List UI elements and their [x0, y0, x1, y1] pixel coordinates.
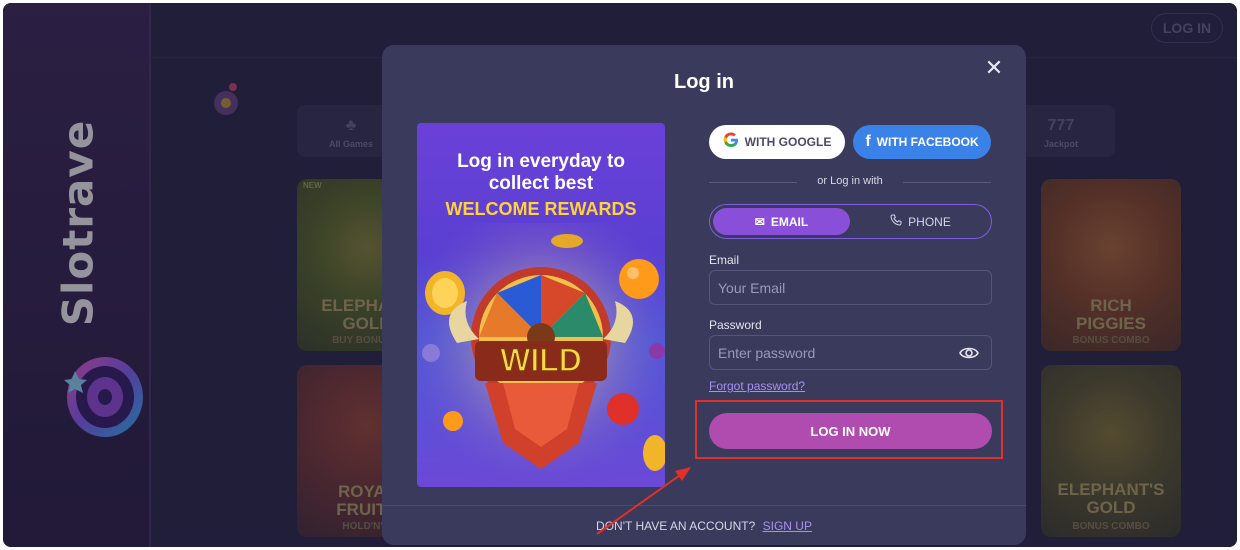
sign-up-link[interactable]: SIGN UP [763, 519, 812, 533]
login-modal: Log in ✕ Log in everyday to collect best… [382, 45, 1026, 545]
password-input[interactable] [718, 336, 948, 369]
promo-highlight: WELCOME REWARDS [445, 199, 637, 219]
email-field-wrapper [709, 270, 992, 305]
google-icon [723, 132, 739, 153]
email-input[interactable] [718, 271, 948, 304]
promo-banner: Log in everyday to collect best WELCOME … [417, 123, 665, 487]
phone-icon [890, 214, 902, 229]
tab-email-label: EMAIL [770, 214, 809, 229]
wild-text: WILD [500, 342, 582, 378]
google-label: WITH GOOGLE [744, 135, 832, 149]
google-login-button[interactable]: WITH GOOGLE [709, 125, 845, 159]
show-password-eye-icon[interactable] [959, 344, 979, 362]
facebook-icon: f [865, 133, 871, 150]
login-method-switch: ✉ EMAIL PHONE [709, 204, 992, 239]
facebook-login-button[interactable]: f WITH FACEBOOK [853, 125, 991, 159]
footer-divider [382, 505, 1026, 506]
password-label: Password [709, 318, 762, 332]
email-label: Email [709, 253, 740, 267]
envelope-icon: ✉ [754, 214, 765, 229]
app-frame: Slotrave LOG IN ♣ All Games 777 Jackpot … [3, 3, 1237, 547]
annotation-highlight-box [695, 400, 1003, 459]
close-icon[interactable]: ✕ [982, 57, 1006, 81]
divider-text: or Log in with [797, 175, 903, 187]
forgot-password-link[interactable]: Forgot password? [709, 379, 805, 393]
facebook-label: WITH FACEBOOK [876, 135, 979, 149]
modal-title: Log in [674, 71, 734, 93]
password-field-wrapper [709, 335, 992, 370]
tab-phone-label: PHONE [908, 214, 951, 229]
tab-phone[interactable]: PHONE [852, 208, 989, 235]
promo-line-1: Log in everyday to [457, 151, 625, 172]
tab-email[interactable]: ✉ EMAIL [713, 208, 850, 235]
signup-footer: DON'T HAVE AN ACCOUNT? SIGN UP [382, 519, 1026, 533]
wild-wheel-illustration: WILD [417, 223, 665, 487]
no-account-text: DON'T HAVE AN ACCOUNT? [596, 519, 756, 533]
promo-line-2: collect best [488, 173, 594, 194]
